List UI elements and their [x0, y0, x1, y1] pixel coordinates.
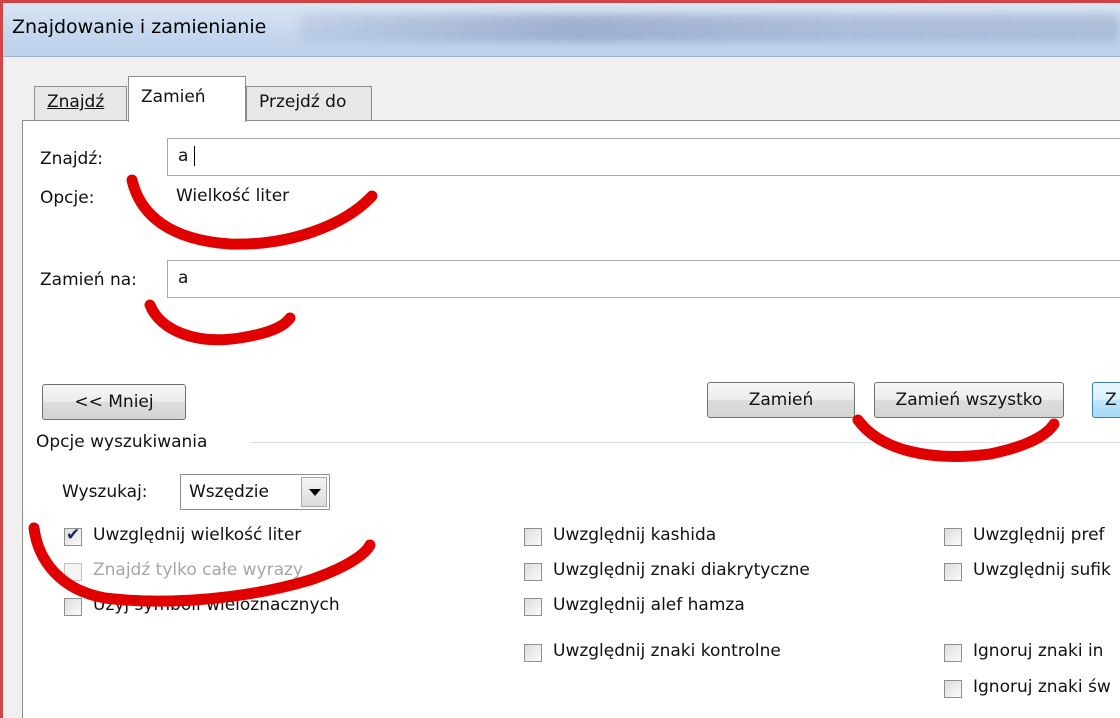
match-prefix-label: Uwzględnij pref	[973, 525, 1105, 545]
alef-hamza-label: Uwzględnij alef hamza	[553, 595, 745, 615]
whole-words-label: Znajdź tylko całe wyrazy	[93, 560, 303, 580]
tab-goto-label: Przejdź do	[259, 92, 347, 112]
replace-input[interactable]: a	[167, 260, 1120, 298]
find-replace-dialog: Znajdowanie i zamienianie Znajdź Zamień …	[0, 0, 1120, 718]
search-direction-select[interactable]: Wszędzie	[180, 474, 330, 510]
wildcards-checkbox[interactable]	[64, 598, 82, 616]
tab-find-label: Znajdź	[47, 92, 105, 112]
control-chars-checkbox[interactable]	[524, 644, 542, 662]
match-suffix-checkbox[interactable]	[944, 563, 962, 581]
window-left-edge	[0, 0, 3, 718]
less-button[interactable]: << Mniej	[42, 384, 186, 420]
replace-label: Zamień na:	[40, 270, 137, 290]
options-label: Opcje:	[40, 188, 95, 208]
whole-words-checkbox[interactable]	[64, 563, 82, 581]
ignore-whitespace-label: Ignoruj znaki św	[973, 677, 1111, 697]
tab-goto[interactable]: Przejdź do	[246, 86, 372, 120]
tab-replace[interactable]: Zamień	[128, 76, 246, 122]
replace-button[interactable]: Zamień	[707, 382, 855, 418]
tab-find[interactable]: Znajdź	[34, 86, 127, 120]
options-value: Wielkość liter	[176, 186, 290, 206]
wildcards-label: Użyj symboli wieloznacznych	[93, 595, 340, 615]
replace-input-value: a	[178, 268, 189, 288]
control-chars-label: Uwzględnij znaki kontrolne	[553, 641, 781, 661]
ignore-punctuation-checkbox[interactable]	[944, 644, 962, 662]
search-direction-label: Wyszukaj:	[62, 482, 148, 502]
kashida-checkbox[interactable]	[524, 528, 542, 546]
find-input-value: a	[178, 146, 189, 166]
ignore-punctuation-label: Ignoruj znaki in	[973, 641, 1104, 661]
diacritics-checkbox[interactable]	[524, 563, 542, 581]
find-input[interactable]: a	[167, 138, 1120, 176]
match-case-label: Uwzględnij wielkość liter	[93, 525, 302, 545]
chevron-down-icon[interactable]	[301, 477, 327, 507]
find-next-button[interactable]: Z	[1092, 382, 1120, 418]
tab-replace-label: Zamień	[141, 87, 206, 107]
find-label: Znajdź:	[40, 149, 104, 169]
search-options-group-label: Opcje wyszukiwania	[36, 432, 208, 452]
search-direction-value: Wszędzie	[189, 482, 269, 502]
text-cursor	[194, 146, 196, 166]
diacritics-label: Uwzględnij znaki diakrytyczne	[553, 560, 810, 580]
title-bar: Znajdowanie i zamienianie	[0, 0, 1120, 57]
replace-panel	[22, 120, 1120, 718]
window-top-edge	[0, 0, 1120, 3]
ignore-whitespace-checkbox[interactable]	[944, 680, 962, 698]
blurred-background-text	[300, 14, 1120, 42]
window-title: Znajdowanie i zamienianie	[12, 16, 267, 38]
kashida-label: Uwzględnij kashida	[553, 525, 717, 545]
match-suffix-label: Uwzględnij sufik	[973, 560, 1111, 580]
replace-all-button[interactable]: Zamień wszystko	[874, 382, 1064, 418]
match-case-checkbox[interactable]	[64, 525, 82, 546]
alef-hamza-checkbox[interactable]	[524, 598, 542, 616]
match-prefix-checkbox[interactable]	[944, 528, 962, 546]
group-divider	[250, 442, 1120, 443]
